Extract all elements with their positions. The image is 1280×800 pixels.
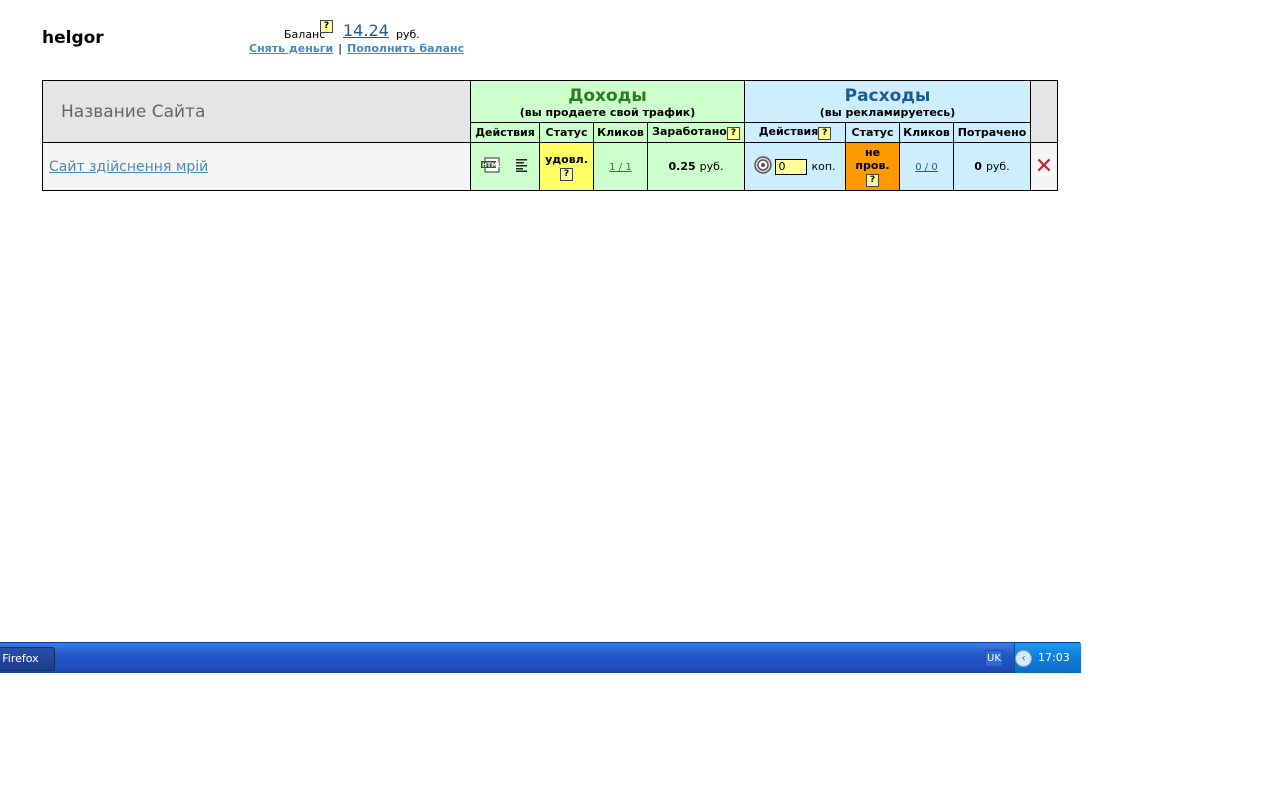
income-status-header: Статус bbox=[539, 122, 594, 143]
income-status-help-icon[interactable]: ? bbox=[560, 167, 573, 181]
topup-balance-link[interactable]: Пополнить баланс bbox=[347, 42, 464, 55]
balance-block: Баланс ? 14.24 руб. Снять деньги | Пополни… bbox=[249, 18, 464, 55]
expense-title: Расходы bbox=[844, 86, 931, 106]
income-status-cell: удовл. ? bbox=[539, 142, 594, 191]
header-blank-cell bbox=[1030, 80, 1058, 143]
svg-text:HTML: HTML bbox=[482, 162, 501, 169]
earned-value: 0.25 bbox=[668, 160, 696, 173]
spent-value: 0 bbox=[974, 160, 982, 173]
html-code-icon[interactable]: HTML bbox=[481, 157, 501, 176]
expense-actions-help-icon[interactable]: ? bbox=[818, 127, 832, 140]
income-actions-cell: HTML bbox=[470, 142, 540, 191]
income-header: Доходы (вы продаете свой трафик) bbox=[470, 80, 745, 123]
income-status-text: удовл. bbox=[545, 152, 588, 166]
site-name-cell: Сайт здійснення мрій bbox=[42, 142, 471, 191]
tray-expand-icon[interactable]: ‹ bbox=[1015, 650, 1032, 667]
expense-status-cell: не пров. ? bbox=[845, 142, 900, 191]
earned-help-icon[interactable]: ? bbox=[726, 127, 740, 140]
delete-cell: ✕ bbox=[1030, 142, 1058, 191]
taskbar: a Firefox UK ‹ 17:03 bbox=[0, 642, 1081, 673]
target-icon[interactable] bbox=[754, 156, 773, 177]
balance-links: Снять деньги | Пополнить баланс bbox=[249, 42, 464, 55]
income-clicks-cell: 1 / 1 bbox=[593, 142, 648, 191]
balance-help-icon[interactable]: ? bbox=[320, 20, 333, 33]
expense-status-help-icon[interactable]: ? bbox=[866, 174, 879, 187]
income-clicks-header: Кликов bbox=[593, 122, 648, 143]
site-name-link[interactable]: Сайт здійснення мрій bbox=[49, 159, 208, 175]
bid-input[interactable] bbox=[775, 158, 808, 175]
site-name-header: Название Сайта bbox=[42, 80, 471, 143]
taskbar-firefox-button[interactable]: a Firefox bbox=[0, 647, 55, 671]
balance-line: Баланс ? 14.24 руб. bbox=[249, 18, 455, 42]
expense-status-text: не пров. bbox=[855, 146, 890, 172]
income-clicks-link[interactable]: 1 / 1 bbox=[609, 162, 631, 173]
balance-value-link[interactable]: 14.24 bbox=[343, 21, 389, 40]
expense-status-header: Статус bbox=[845, 122, 900, 143]
spent-currency: руб. bbox=[985, 160, 1010, 173]
income-subtitle: (вы продаете свой трафик) bbox=[519, 106, 696, 119]
link-separator: | bbox=[338, 42, 342, 55]
expense-actions-cell: коп. bbox=[744, 142, 846, 191]
expense-header: Расходы (вы рекламируетесь) bbox=[744, 80, 1031, 123]
income-earned-label: Заработано bbox=[652, 125, 727, 138]
income-title: Доходы bbox=[568, 86, 647, 106]
earned-currency: руб. bbox=[699, 160, 724, 173]
bid-unit: коп. bbox=[811, 159, 836, 173]
taskbar-firefox-label: a Firefox bbox=[0, 652, 39, 665]
balance-currency: руб. bbox=[396, 28, 420, 41]
language-indicator[interactable]: UK bbox=[985, 650, 1003, 667]
username: helgor bbox=[42, 28, 104, 48]
text-lines-icon[interactable] bbox=[515, 158, 529, 175]
expense-actions-header: Действия? bbox=[744, 122, 846, 143]
income-earned-header: Заработано? bbox=[647, 122, 745, 143]
expense-clicks-link[interactable]: 0 / 0 bbox=[915, 162, 937, 173]
expense-actions-label: Действия bbox=[758, 125, 819, 138]
expense-clicks-cell: 0 / 0 bbox=[899, 142, 954, 191]
spent-cell: 0 руб. bbox=[953, 142, 1031, 191]
delete-icon[interactable]: ✕ bbox=[1035, 154, 1053, 179]
table-row: Сайт здійснення мрій HTML удовл. ? 1 / 1… bbox=[42, 142, 1058, 191]
expense-subtitle: (вы рекламируетесь) bbox=[819, 106, 956, 119]
clock[interactable]: 17:03 bbox=[1038, 651, 1070, 664]
earned-cell: 0.25 руб. bbox=[647, 142, 745, 191]
withdraw-money-link[interactable]: Снять деньги bbox=[249, 42, 333, 55]
expense-spent-header: Потрачено bbox=[953, 122, 1031, 143]
expense-clicks-header: Кликов bbox=[899, 122, 954, 143]
sites-table: Название Сайта Доходы (вы продаете свой … bbox=[42, 80, 1058, 191]
income-actions-header: Действия bbox=[470, 122, 540, 143]
